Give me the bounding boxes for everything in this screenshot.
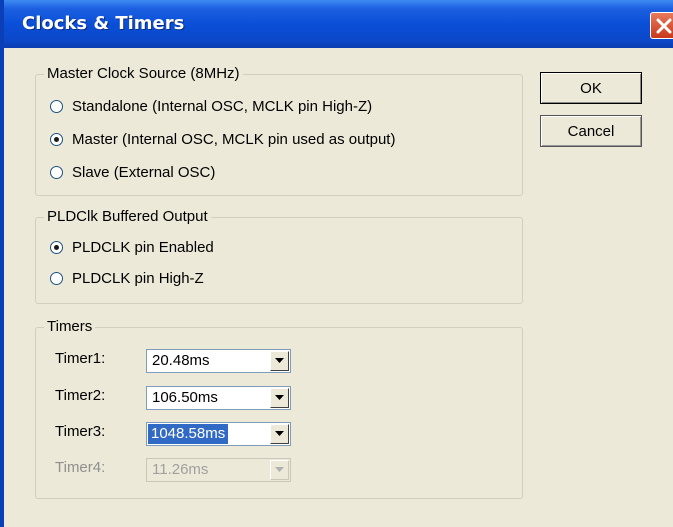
radio-slave-label: Slave (External OSC) [72, 163, 216, 181]
radio-pldclk-highz[interactable]: PLDCLK pin High-Z [50, 268, 204, 288]
timer1-dropdown-button[interactable] [270, 351, 289, 371]
radio-pldclk-enabled[interactable]: PLDCLK pin Enabled [50, 237, 214, 257]
cancel-button[interactable]: Cancel [540, 115, 642, 147]
timer3-dropdown-button[interactable] [270, 424, 289, 444]
pldclk-group-label: PLDClk Buffered Output [44, 208, 211, 226]
master-clock-group: Master Clock Source (8MHz) Standalone (I… [35, 65, 523, 196]
dialog-window: Clocks & Timers Master Clock Source (8MH… [0, 0, 673, 527]
close-button[interactable] [650, 12, 673, 39]
ok-button-label: OK [580, 79, 602, 97]
timers-group-label: Timers [44, 318, 96, 336]
timer1-select[interactable]: 20.48ms [146, 349, 291, 373]
timer2-select[interactable]: 106.50ms [146, 386, 291, 410]
close-icon [656, 18, 672, 34]
radio-standalone[interactable]: Standalone (Internal OSC, MCLK pin High-… [50, 96, 372, 116]
timer4-select: 11.26ms [146, 458, 291, 482]
timer4-value: 11.26ms [152, 461, 209, 478]
radio-standalone-label: Standalone (Internal OSC, MCLK pin High-… [72, 97, 373, 115]
radio-pldclk-highz-label: PLDCLK pin High-Z [72, 269, 204, 287]
timer3-select[interactable]: 1048.58ms [146, 422, 291, 446]
radio-slave-indicator[interactable] [50, 165, 63, 179]
radio-master-label: Master (Internal OSC, MCLK pin used as o… [72, 130, 396, 148]
radio-pldclk-highz-indicator[interactable] [50, 271, 63, 285]
chevron-down-icon [275, 358, 284, 363]
timer2-value: 106.50ms [152, 389, 218, 406]
master-clock-group-label: Master Clock Source (8MHz) [44, 65, 243, 83]
timers-group: Timers Timer1: 20.48ms Timer2: 106.50ms … [35, 318, 523, 499]
timer3-label: Timer3: [55, 423, 106, 440]
timer1-label: Timer1: [55, 350, 106, 367]
timer4-dropdown-button [270, 460, 289, 480]
window-title: Clocks & Timers [22, 13, 185, 34]
timer2-label: Timer2: [55, 387, 106, 404]
radio-master[interactable]: Master (Internal OSC, MCLK pin used as o… [50, 129, 395, 149]
radio-pldclk-enabled-label: PLDCLK pin Enabled [72, 238, 214, 256]
radio-master-indicator[interactable] [50, 132, 63, 146]
chevron-down-icon [275, 431, 284, 436]
ok-button[interactable]: OK [540, 72, 642, 104]
chevron-down-icon [275, 467, 284, 472]
radio-pldclk-enabled-indicator[interactable] [50, 240, 63, 254]
pldclk-group: PLDClk Buffered Output PLDCLK pin Enable… [35, 208, 523, 304]
timer1-value: 20.48ms [152, 352, 210, 369]
timer4-label: Timer4: [55, 459, 106, 476]
title-bar[interactable]: Clocks & Timers [4, 0, 673, 48]
cancel-button-label: Cancel [567, 122, 615, 140]
radio-slave[interactable]: Slave (External OSC) [50, 162, 215, 182]
radio-standalone-indicator[interactable] [50, 99, 63, 113]
timer2-dropdown-button[interactable] [270, 388, 289, 408]
chevron-down-icon [275, 395, 284, 400]
timer3-value: 1048.58ms [148, 424, 229, 444]
